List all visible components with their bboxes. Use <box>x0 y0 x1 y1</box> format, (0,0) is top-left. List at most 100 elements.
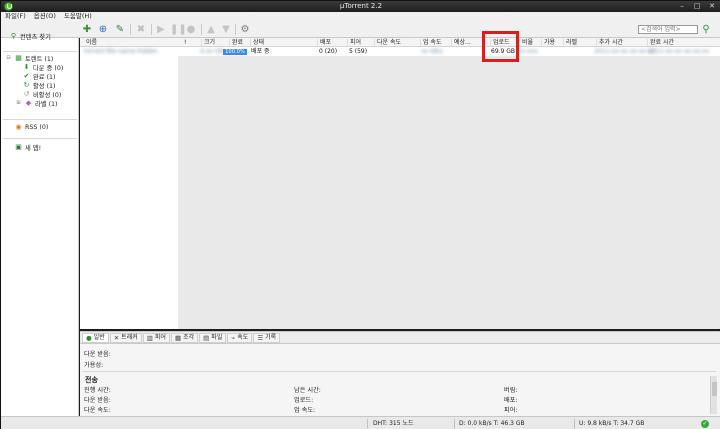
divider <box>574 419 575 428</box>
column-availability[interactable]: 가용 <box>540 38 555 47</box>
toolbar: ✚ ⊕ ✎ ✖ ▶ ❚❚ ● ▲ ▼ ⚙ <box>1 21 720 38</box>
torrent-ratio: xx.xxx <box>518 48 538 55</box>
sidebar-item-labels[interactable]: ⊞ ◆ 라벨 (1) <box>15 99 58 109</box>
search-icon[interactable]: ⚲ <box>700 24 712 35</box>
move-up-icon[interactable]: ▲ <box>205 24 217 35</box>
column-done[interactable]: 완료 <box>228 38 243 47</box>
up-speed-label: 업 속도: <box>294 407 316 414</box>
menu-help[interactable]: 도움말(H) <box>64 12 92 21</box>
info-icon: ● <box>86 333 92 342</box>
tracker-icon: ✕ <box>113 333 120 342</box>
stop-icon[interactable]: ● <box>185 24 197 35</box>
sidebar-item-completed[interactable]: ✔ 완료 (1) <box>23 72 56 82</box>
tab-log[interactable]: ☰ 기록 <box>253 332 281 343</box>
torrent-status: 배포 중 <box>251 48 270 55</box>
toolbar-divider <box>235 24 236 35</box>
collapse-icon: ⊟ <box>6 55 11 61</box>
peers-label: 피어: <box>504 407 518 414</box>
torrent-added: 2011-xx-xx xx:xx:xx <box>594 48 656 55</box>
column-size[interactable]: 크기 <box>200 38 215 47</box>
window-title: µTorrent 2.2 <box>339 2 383 10</box>
search-icon: ⚲ <box>10 32 17 40</box>
app-icon: ▣ <box>15 143 22 151</box>
torrent-completed: 2011-xx-xx xx:xx:xx <box>648 48 710 55</box>
download-status: D: 0.0 kB/s T: 46.3 GB <box>459 420 525 427</box>
column-name[interactable]: 이름 <box>86 38 97 47</box>
detail-scrollbar[interactable] <box>710 376 717 414</box>
log-icon: ☰ <box>257 333 264 342</box>
detail-tabs: ● 일반 ✕ 트래커 ▥ 피어 ▦ 조각 ▤ 파일 ⌁ 속도 ☰ 기록 <box>80 331 720 344</box>
create-torrent-icon[interactable]: ✎ <box>114 24 126 35</box>
sidebar-item-label: 비활성 (0) <box>33 92 62 99</box>
tab-label: 파일 <box>211 333 223 341</box>
search-input[interactable] <box>638 25 698 34</box>
title-bar: µTorrent 2.2 – □ ✕ <box>1 1 720 12</box>
torrent-up-speed: xx kB/s <box>421 48 443 55</box>
tab-label: 속도 <box>237 333 249 341</box>
sidebar-item-label: 완료 (1) <box>33 74 56 81</box>
column-seeds[interactable]: 배포 <box>316 38 331 47</box>
downloaded-label: 다운 받음: <box>84 351 111 358</box>
tab-general[interactable]: ● 일반 <box>82 332 109 343</box>
column-label[interactable]: 라벨 <box>562 38 577 47</box>
column-peers[interactable]: 피어 <box>346 38 361 47</box>
column-added[interactable]: 추가 시간 <box>596 38 623 47</box>
files-icon: ▤ <box>203 333 210 342</box>
toolbar-divider <box>151 24 152 35</box>
move-down-icon[interactable]: ▼ <box>220 24 232 35</box>
tab-files[interactable]: ▤ 파일 <box>199 332 227 343</box>
table-row[interactable]: torrent-file-name-hidden 4.xx GB 100.0% … <box>80 48 720 56</box>
column-eta[interactable]: 예상... <box>451 38 471 47</box>
network-ok-icon[interactable]: ✓ <box>701 420 709 428</box>
column-status[interactable]: 상태 <box>249 38 264 47</box>
add-torrent-icon[interactable]: ✚ <box>81 24 93 35</box>
tab-pieces[interactable]: ▦ 조각 <box>170 332 199 343</box>
tab-label: 기록 <box>265 333 277 341</box>
sidebar-item-inactive[interactable]: ↺ 비활성 (0) <box>23 90 62 100</box>
minimize-button[interactable]: – <box>676 2 688 10</box>
tab-label: 트래커 <box>121 333 138 341</box>
column-completed[interactable]: 완료 시간 <box>647 38 674 47</box>
app-window: µTorrent 2.2 – □ ✕ 파일(F) 옵션(O) 도움말(H) ✚ … <box>0 0 720 429</box>
sidebar-item-label: 라벨 (1) <box>35 101 58 108</box>
tab-speed[interactable]: ⌁ 속도 <box>227 332 253 343</box>
pause-icon[interactable]: ❚❚ <box>170 24 187 35</box>
divider <box>82 371 716 372</box>
tab-peers[interactable]: ▥ 피어 <box>142 332 170 343</box>
sidebar: ⚲ 컨텐츠 찾기 ⊟ ▦ 토렌트 (1) ⬇ 다운 중 (0) ✔ 완료 (1)… <box>1 33 79 416</box>
torrent-list: 이름 ! 크기 완료 상태 배포 피어 다운 속도 업 속도 예상... 업로드… <box>80 38 720 329</box>
sidebar-item-label: 컨텐츠 찾기 <box>20 34 51 41</box>
toolbar-divider <box>201 24 202 35</box>
column-down-speed[interactable]: 다운 속도 <box>374 38 401 47</box>
column-up-speed[interactable]: 업 속도 <box>419 38 441 47</box>
window-controls: – □ ✕ <box>676 2 718 10</box>
sidebar-item-rss[interactable]: ◉ RSS (0) <box>15 123 48 132</box>
refresh-icon: ↻ <box>23 81 30 89</box>
upload-status: U: 9.8 kB/s T: 34.7 GB <box>579 420 645 427</box>
maximize-button[interactable]: □ <box>691 2 703 10</box>
tab-trackers[interactable]: ✕ 트래커 <box>109 332 142 343</box>
checkmark-icon: ✔ <box>23 72 30 80</box>
start-icon[interactable]: ▶ <box>155 24 167 35</box>
progress-bar: 100.0% <box>223 49 247 55</box>
sidebar-item-active[interactable]: ↻ 활성 (1) <box>23 81 56 91</box>
uploaded-label: 업로드: <box>294 397 314 404</box>
menu-options[interactable]: 옵션(O) <box>34 12 56 21</box>
sidebar-item-torrents[interactable]: ⊟ ▦ 토렌트 (1) <box>5 54 53 64</box>
column-flag[interactable]: ! <box>184 38 186 47</box>
sidebar-item-new-app[interactable]: ▣ 새 앱! <box>15 143 41 153</box>
add-url-icon[interactable]: ⊕ <box>97 24 109 35</box>
gear-icon[interactable]: ⚙ <box>239 24 251 35</box>
elapsed-label: 진행 시간: <box>84 387 111 394</box>
close-button[interactable]: ✕ <box>706 2 718 10</box>
remove-icon[interactable]: ✖ <box>135 24 147 35</box>
tab-label: 일반 <box>93 333 105 341</box>
divider <box>3 51 77 52</box>
sidebar-item-downloading[interactable]: ⬇ 다운 중 (0) <box>23 63 64 73</box>
column-ratio[interactable]: 비율 <box>518 38 533 47</box>
sidebar-item-find-content[interactable]: ⚲ 컨텐츠 찾기 <box>10 32 51 42</box>
scrollbar-thumb[interactable] <box>712 382 717 396</box>
tab-label: 피어 <box>154 333 166 341</box>
label-icon: ◆ <box>25 99 32 107</box>
menu-file[interactable]: 파일(F) <box>5 12 26 21</box>
